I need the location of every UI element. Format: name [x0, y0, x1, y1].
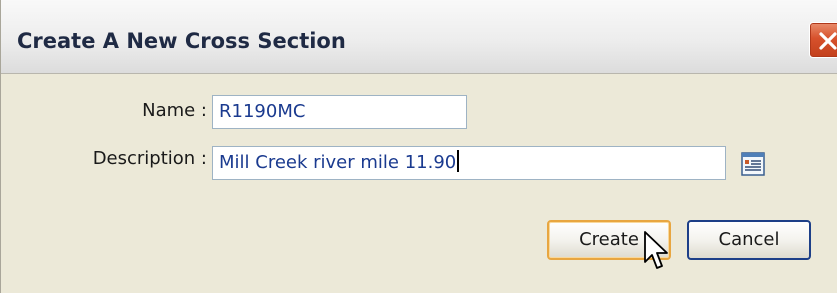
cancel-button-label: Cancel: [718, 229, 780, 250]
title-bar: Create A New Cross Section: [1, 0, 837, 74]
close-button[interactable]: [809, 22, 837, 58]
name-field-value: R1190MC: [219, 101, 306, 122]
name-field[interactable]: R1190MC: [212, 95, 467, 129]
description-field-value: Mill Creek river mile 11.90: [219, 152, 457, 173]
description-editor-button[interactable]: [739, 150, 767, 178]
text-caret: [457, 150, 460, 172]
name-label: Name :: [142, 100, 207, 121]
description-field[interactable]: Mill Creek river mile 11.90: [212, 146, 726, 180]
text-editor-icon: [741, 152, 765, 176]
description-label: Description :: [92, 148, 207, 169]
cancel-button[interactable]: Cancel: [687, 220, 811, 260]
mouse-pointer-icon: [644, 231, 668, 269]
dialog-title: Create A New Cross Section: [17, 29, 346, 53]
create-cross-section-dialog: Create A New Cross Section Name : R1190M…: [0, 0, 837, 293]
create-button-label: Create: [579, 229, 639, 250]
close-icon: [819, 32, 837, 50]
